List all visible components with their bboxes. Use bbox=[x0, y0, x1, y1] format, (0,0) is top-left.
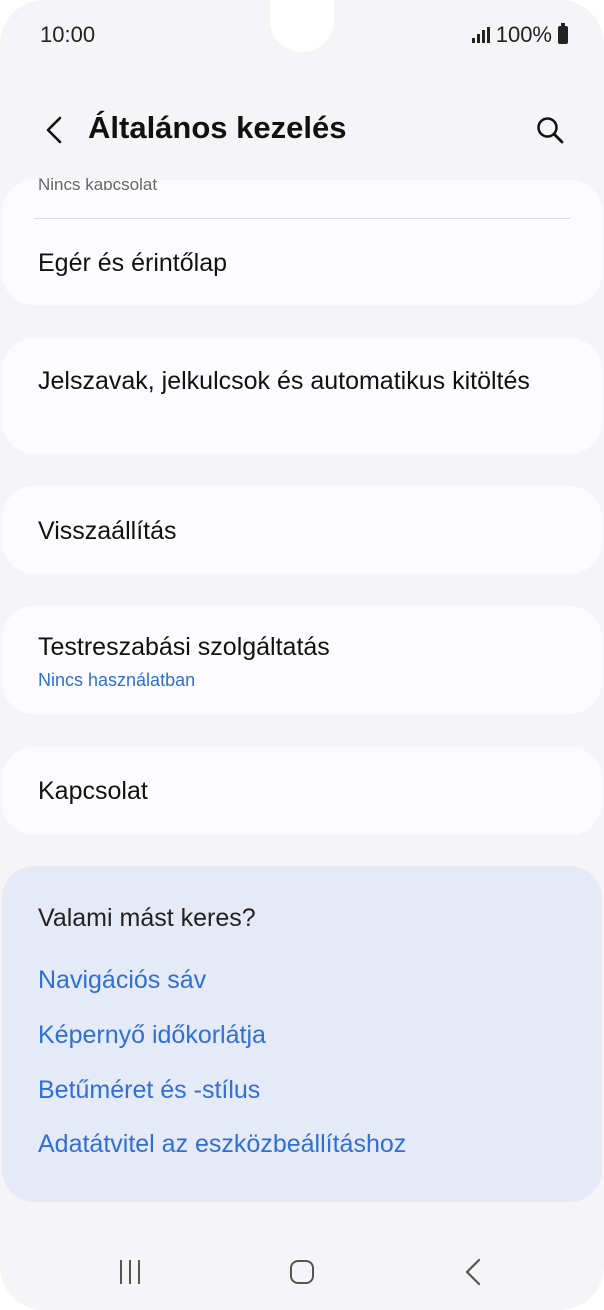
chevron-left-icon bbox=[46, 116, 62, 144]
divider bbox=[34, 218, 570, 219]
suggestion-link-navigation-bar[interactable]: Navigációs sáv bbox=[38, 966, 206, 995]
settings-group-1: Egér és érintőlap bbox=[2, 180, 602, 305]
suggestions-card: Valami mást keres? Navigációs sáv Képern… bbox=[2, 866, 602, 1202]
battery-percent: 100% bbox=[495, 22, 552, 47]
menu-item-customization-label: Testreszabási szolgáltatás bbox=[38, 633, 330, 661]
menu-item-reset[interactable]: Visszaállítás bbox=[2, 486, 602, 574]
suggestion-link-data-transfer[interactable]: Adatátvitel az eszközbeállításhoz bbox=[38, 1130, 406, 1159]
suggestions-title: Valami mást keres? bbox=[38, 904, 256, 932]
search-icon bbox=[537, 117, 564, 144]
app-header: Általános kezelés bbox=[0, 98, 604, 162]
menu-item-customization-status: Nincs használatban bbox=[38, 670, 196, 690]
status-indicators: 100% bbox=[471, 22, 568, 48]
menu-item-passwords[interactable]: Jelszavak, jelkulcsok és automatikus kit… bbox=[2, 338, 602, 454]
menu-item-reset-label: Visszaállítás bbox=[38, 517, 177, 545]
menu-item-passwords-label: Jelszavak, jelkulcsok és automatikus kit… bbox=[38, 367, 530, 395]
back-button[interactable] bbox=[34, 110, 74, 150]
phone-screen: 10:00 100% Általános kezelés Egér és éri… bbox=[0, 0, 604, 1310]
signal-icon bbox=[471, 27, 490, 43]
menu-item-connection-label: Kapcsolat bbox=[38, 777, 148, 805]
status-bar: 10:00 100% bbox=[0, 0, 604, 70]
battery-icon bbox=[558, 23, 568, 44]
partial-item-status: Nincs kapcsolat bbox=[38, 175, 158, 190]
search-button[interactable] bbox=[530, 110, 570, 150]
navigation-bar bbox=[0, 1240, 604, 1310]
nav-back-button[interactable] bbox=[460, 1258, 486, 1286]
recent-apps-button[interactable] bbox=[120, 1260, 140, 1284]
page-title: Általános kezelés bbox=[88, 110, 347, 145]
suggestion-link-screen-timeout[interactable]: Képernyő időkorlátja bbox=[38, 1021, 266, 1050]
back-arrow-icon bbox=[465, 1258, 481, 1286]
menu-item-mouse-touchpad[interactable]: Egér és érintőlap bbox=[38, 246, 227, 280]
menu-item-connection[interactable]: Kapcsolat bbox=[2, 747, 602, 835]
camera-notch bbox=[270, 0, 334, 52]
menu-item-customization-service[interactable]: Testreszabási szolgáltatás Nincs használ… bbox=[2, 606, 602, 714]
status-time: 10:00 bbox=[40, 22, 96, 47]
home-button[interactable] bbox=[290, 1260, 314, 1284]
suggestion-link-font-size[interactable]: Betűméret és -stílus bbox=[38, 1076, 260, 1105]
